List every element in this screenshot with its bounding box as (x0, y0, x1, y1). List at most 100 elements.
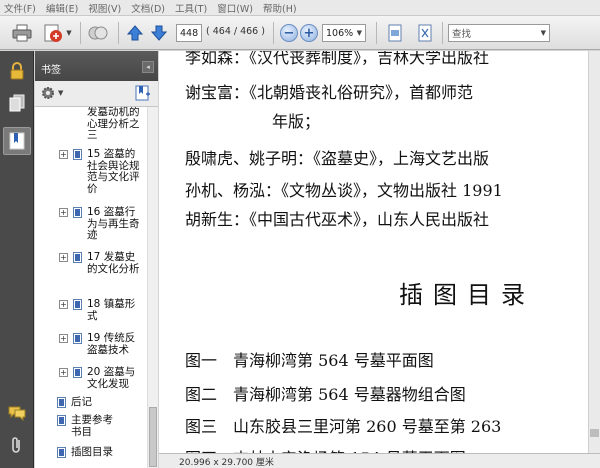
figure-line: 图一 青海柳湾第 564 号墓平面图 (185, 351, 434, 370)
bookmark-tree: 发墓动机的心理分析之三 + 15 盗墓的社会舆论规范与文化评价 + 16 盗墓行… (35, 107, 147, 468)
plus-icon: + (300, 24, 318, 42)
menu-document[interactable]: 文档(D) (131, 1, 165, 15)
document-page: 李如森：《汉代丧葬制度》，吉林大学出版社 谢宝富：《北朝婚丧礼俗研究》，首都师范… (159, 51, 600, 468)
panel-toolbar: ▼ (35, 81, 158, 107)
full-screen-button[interactable] (414, 22, 436, 44)
bookmark-label: 15 盗墓的社会舆论规范与文化评价 (87, 148, 140, 195)
menu-bar: 文件(F) 编辑(E) 视图(V) 文档(D) 工具(T) 窗口(W) 帮助(H… (0, 0, 600, 16)
menu-edit[interactable]: 编辑(E) (46, 1, 78, 15)
bookmark-icon (9, 132, 25, 150)
expand-toggle[interactable]: + (59, 300, 68, 309)
scrollbar-thumb[interactable] (590, 429, 599, 437)
bookmark-label: 19 传统反盗墓技术 (87, 332, 136, 356)
toolbar-divider (273, 22, 274, 44)
page-number-input[interactable]: 448 (176, 24, 202, 42)
paperclip-icon (12, 437, 20, 453)
fit-page-icon (388, 24, 402, 42)
bookmark-page-icon (57, 447, 66, 458)
figure-line: 图二 青海柳湾第 564 号墓器物组合图 (185, 385, 466, 404)
minus-icon: − (280, 24, 298, 42)
new-bookmark-icon (135, 85, 150, 101)
bookmark-scrollbar[interactable] (147, 107, 158, 468)
toolbar-divider (376, 22, 377, 44)
scrollbar-thumb[interactable] (149, 407, 157, 467)
collaborate-button[interactable] (84, 22, 112, 44)
fit-page-button[interactable] (384, 22, 406, 44)
page-size: 20.996 x 29.700 厘米 (179, 457, 274, 468)
search-input[interactable]: 查找 ▼ (448, 24, 550, 42)
bookmark-page-icon (73, 333, 82, 344)
comment-icon (8, 406, 26, 421)
page-count: ( 464 / 466 ) (206, 26, 265, 37)
collaborate-icon (88, 26, 108, 40)
menu-window[interactable]: 窗口(W) (217, 1, 253, 15)
reference-line: 年版； (272, 112, 321, 131)
status-bar: 20.996 x 29.700 厘米 (159, 453, 600, 468)
chevron-down-icon: ▼ (58, 89, 64, 97)
panel-header: 书签 ◂ (35, 51, 158, 81)
arrow-down-icon (151, 25, 167, 41)
attachments-button[interactable] (3, 431, 31, 459)
menu-view[interactable]: 视图(V) (88, 1, 121, 15)
bookmark-page-icon (73, 207, 82, 218)
new-bookmark-button[interactable] (135, 85, 151, 104)
bookmark-label: 17 发墓史的文化分析 (87, 251, 140, 275)
options-button[interactable]: ▼ (40, 85, 63, 101)
pages-icon (9, 94, 25, 112)
expand-toggle[interactable]: + (59, 334, 68, 343)
lock-icon (10, 62, 24, 80)
full-screen-icon (418, 24, 432, 42)
bookmark-page-icon (73, 367, 82, 378)
create-pdf-icon (44, 24, 63, 42)
menu-file[interactable]: 文件(F) (4, 1, 36, 15)
menu-tools[interactable]: 工具(T) (175, 1, 207, 15)
reference-line: 胡新生：《中国古代巫术》，山东人民出版社 (185, 210, 490, 229)
print-button[interactable] (10, 22, 34, 44)
panel-title: 书签 (41, 65, 61, 76)
reference-line: 孙机、杨泓：《文物丛谈》，文物出版社 1991 (185, 181, 503, 200)
zoom-in-button[interactable]: + (299, 22, 319, 44)
document-scrollbar[interactable] (588, 51, 600, 453)
section-heading: 插图目录 (399, 281, 535, 309)
expand-toggle[interactable]: + (59, 208, 68, 217)
expand-toggle[interactable]: + (59, 150, 68, 159)
security-button[interactable] (3, 57, 31, 85)
menu-help[interactable]: 帮助(H) (263, 1, 297, 15)
arrow-up-icon (127, 25, 143, 41)
previous-page-button[interactable] (124, 22, 146, 44)
zoom-value: 106% (326, 27, 354, 39)
expand-toggle[interactable]: + (59, 368, 68, 377)
bookmark-label: 后记 (71, 396, 92, 408)
reference-line: 殷啸虎、姚子明：《盗墓史》，上海文艺出版 (185, 149, 490, 168)
toolbar-divider (442, 22, 443, 44)
navigation-rail (0, 51, 34, 468)
bookmarks-button[interactable] (3, 127, 31, 155)
chevron-down-icon: ▼ (66, 29, 72, 37)
chevron-down-icon: ▼ (540, 29, 546, 37)
bookmark-page-icon (73, 299, 82, 310)
toolbar-divider (80, 22, 81, 44)
bookmark-page-icon (73, 149, 82, 160)
figure-line: 图三 山东胶县三里河第 260 号墓至第 263 (185, 417, 502, 436)
collapse-panel-button[interactable]: ◂ (142, 61, 154, 73)
zoom-select[interactable]: 106% ▼ (322, 24, 366, 42)
reference-line: 李如森：《汉代丧葬制度》，吉林大学出版社 (185, 51, 490, 67)
create-pdf-button[interactable]: ▼ (40, 22, 74, 44)
expand-toggle[interactable]: + (59, 253, 68, 262)
bookmark-label: 20 盗墓与文化发现 (87, 366, 136, 390)
bookmark-page-icon (57, 415, 66, 426)
zoom-out-button[interactable]: − (279, 22, 299, 44)
bookmark-label: 16 盗墓行为与再生奇迹 (87, 206, 140, 241)
reference-line: 谢宝富：《北朝婚丧礼俗研究》，首都师范 (185, 83, 474, 102)
bookmark-label: 主要参考书目 (71, 414, 113, 438)
chevron-down-icon: ▼ (356, 29, 362, 37)
next-page-button[interactable] (148, 22, 170, 44)
bookmark-label: 18 镇墓形式 (87, 298, 136, 322)
toolbar: ▼ 448 ( 464 / 466 ) − + 106% ▼ 查找 ▼ (0, 16, 600, 50)
bookmark-label: 插图目录 (71, 446, 145, 459)
toolbar-divider (118, 22, 119, 44)
pages-button[interactable] (3, 89, 31, 117)
bookmark-label: 发墓动机的心理分析之三 (87, 107, 140, 141)
bookmark-page-icon (57, 397, 66, 408)
comments-button[interactable] (3, 399, 31, 427)
